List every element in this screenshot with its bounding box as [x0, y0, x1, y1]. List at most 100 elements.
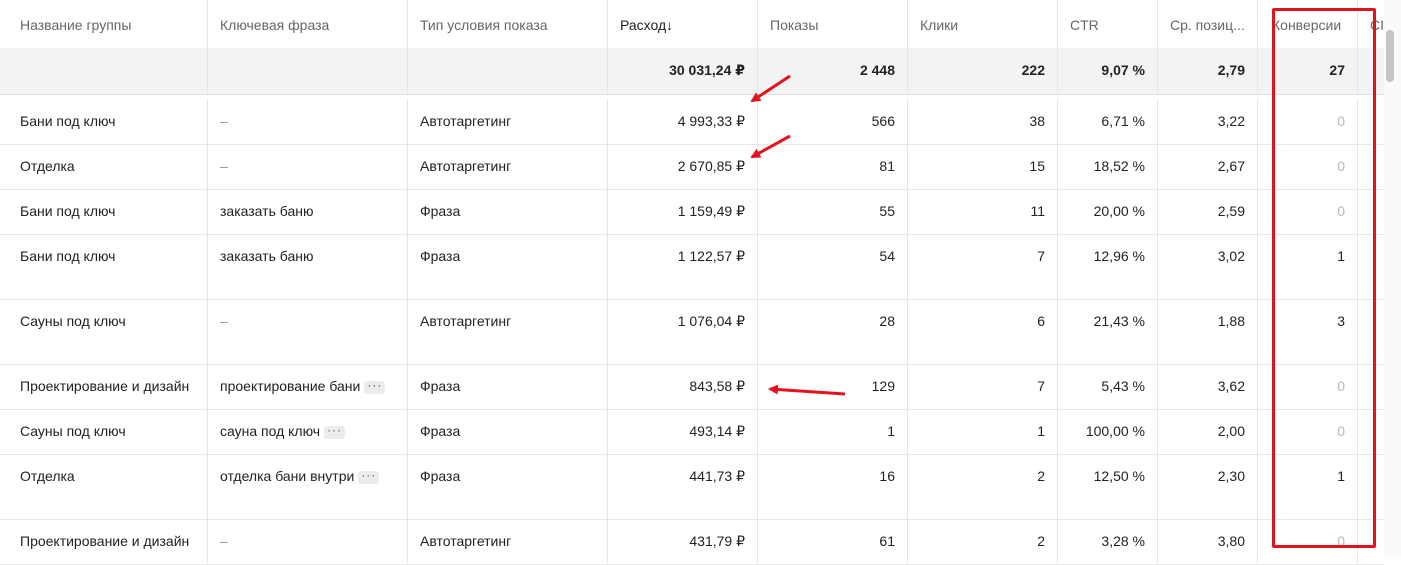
cell-ctr: 12,96 % [1058, 234, 1158, 299]
cell-type: Автотаргетинг [408, 299, 608, 364]
table-row[interactable]: Проектирование и дизайн – Автотаргетинг 431… [0, 519, 1384, 565]
cell-avg-position: 2,59 [1158, 189, 1258, 234]
more-icon[interactable]: ··· [358, 469, 380, 484]
cell-impressions: 16 [758, 454, 908, 519]
cell-spend: 4 993,33 ₽ [608, 99, 758, 144]
cell-clicks: 6 [908, 299, 1058, 364]
cell-type: Автотаргетинг [408, 144, 608, 189]
cell-cut [1358, 99, 1384, 144]
cell-impressions: 28 [758, 299, 908, 364]
cell-clicks: 15 [908, 144, 1058, 189]
total-ctr: 9,07 % [1058, 48, 1158, 94]
cell-phrase: отделка бани внутри ··· [208, 454, 408, 519]
cell-impressions: 129 [758, 364, 908, 409]
cell-avg-position: 2,67 [1158, 144, 1258, 189]
phrase-text: отделка бани внутри [220, 468, 355, 484]
cell-type: Фраза [408, 234, 608, 299]
cell-group: Бани под ключ [8, 189, 208, 234]
table-row[interactable]: Сауны под ключ сауна под ключ ··· Фраза 493,… [0, 409, 1384, 455]
total-cell-group [8, 48, 208, 94]
cell-spend: 1 076,04 ₽ [608, 299, 758, 364]
table-row[interactable]: Бани под ключ – Автотаргетинг 4 993,33 ₽566… [0, 99, 1384, 145]
table-row[interactable]: Бани под ключ заказать баню Фраза 1 159,49 … [0, 189, 1384, 235]
cell-phrase: заказать баню [208, 234, 408, 299]
total-impressions: 2 448 [758, 48, 908, 94]
cell-group: Бани под ключ [8, 99, 208, 144]
cell-clicks: 2 [908, 454, 1058, 519]
cell-avg-position: 2,30 [1158, 454, 1258, 519]
cell-clicks: 7 [908, 364, 1058, 409]
cell-conversions: 0 [1258, 519, 1358, 564]
cell-conversions: 0 [1258, 99, 1358, 144]
vertical-scrollbar[interactable] [1384, 0, 1401, 557]
col-header-ctr[interactable]: CTR [1058, 0, 1158, 48]
cell-group: Отделка [8, 454, 208, 519]
cell-phrase: – [208, 144, 408, 189]
cell-avg-position: 3,22 [1158, 99, 1258, 144]
col-header-cut[interactable]: CI [1358, 0, 1384, 48]
cell-cut [1358, 519, 1384, 564]
cell-ctr: 6,71 % [1058, 99, 1158, 144]
cell-clicks: 11 [908, 189, 1058, 234]
total-spend: 30 031,24 ₽ [608, 48, 758, 94]
cell-spend: 2 670,85 ₽ [608, 144, 758, 189]
cell-ctr: 12,50 % [1058, 454, 1158, 519]
cell-spend: 1 122,57 ₽ [608, 234, 758, 299]
table-row[interactable]: Проектирование и дизайн проектирование ба… [0, 364, 1384, 410]
cell-clicks: 7 [908, 234, 1058, 299]
cell-clicks: 38 [908, 99, 1058, 144]
cell-type: Фраза [408, 409, 608, 454]
cell-clicks: 2 [908, 519, 1058, 564]
cell-ctr: 100,00 % [1058, 409, 1158, 454]
table-row[interactable]: Отделка – Автотаргетинг 2 670,85 ₽81 15 18,52… [0, 144, 1384, 190]
col-header-type[interactable]: Тип условия показа [408, 0, 608, 48]
cell-group: Сауны под ключ [8, 299, 208, 364]
col-header-group[interactable]: Название группы [8, 0, 208, 48]
col-header-spend[interactable]: Расход↓ [608, 0, 758, 48]
total-cell-phrase [208, 48, 408, 94]
col-header-conversions[interactable]: Конверсии [1258, 0, 1358, 48]
total-cell-type [408, 48, 608, 94]
cell-avg-position: 3,62 [1158, 364, 1258, 409]
cell-avg-position: 1,88 [1158, 299, 1258, 364]
col-header-impressions[interactable]: Показы [758, 0, 908, 48]
cell-cut [1358, 409, 1384, 454]
cell-group: Сауны под ключ [8, 409, 208, 454]
cell-type: Фраза [408, 454, 608, 519]
cell-spend: 843,58 ₽ [608, 364, 758, 409]
cell-conversions: 0 [1258, 144, 1358, 189]
cell-group: Бани под ключ [8, 234, 208, 299]
table-header: Название группы Ключевая фраза Тип услов… [0, 0, 1384, 49]
table-row[interactable]: Сауны под ключ – Автотаргетинг 1 076,04 ₽28… [0, 299, 1384, 365]
cell-spend: 441,73 ₽ [608, 454, 758, 519]
table-row[interactable]: Отделка отделка бани внутри ··· Фраза 441,73… [0, 454, 1384, 520]
cell-cut [1358, 144, 1384, 189]
more-icon[interactable]: ··· [324, 424, 346, 439]
scrollbar-thumb[interactable] [1386, 30, 1394, 82]
cell-phrase: – [208, 99, 408, 144]
cell-group: Проектирование и дизайн [8, 364, 208, 409]
cell-impressions: 81 [758, 144, 908, 189]
cell-conversions: 3 [1258, 299, 1358, 364]
cell-impressions: 566 [758, 99, 908, 144]
cell-impressions: 55 [758, 189, 908, 234]
table-row[interactable]: Бани под ключ заказать баню Фраза 1 122,57 … [0, 234, 1384, 300]
total-clicks: 222 [908, 48, 1058, 94]
cell-cut [1358, 364, 1384, 409]
cell-phrase: – [208, 519, 408, 564]
cell-cut [1358, 454, 1384, 519]
cell-impressions: 61 [758, 519, 908, 564]
col-header-avg-position[interactable]: Ср. позиц... [1158, 0, 1258, 48]
cell-spend: 493,14 ₽ [608, 409, 758, 454]
cell-group: Отделка [8, 144, 208, 189]
cell-phrase: сауна под ключ ··· [208, 409, 408, 454]
col-header-phrase[interactable]: Ключевая фраза [208, 0, 408, 48]
cell-type: Автотаргетинг [408, 99, 608, 144]
cell-phrase: заказать баню [208, 189, 408, 234]
col-header-clicks[interactable]: Клики [908, 0, 1058, 48]
cell-ctr: 20,00 % [1058, 189, 1158, 234]
cell-impressions: 54 [758, 234, 908, 299]
cell-conversions: 1 [1258, 454, 1358, 519]
more-icon[interactable]: ··· [364, 379, 386, 394]
cell-type: Автотаргетинг [408, 519, 608, 564]
